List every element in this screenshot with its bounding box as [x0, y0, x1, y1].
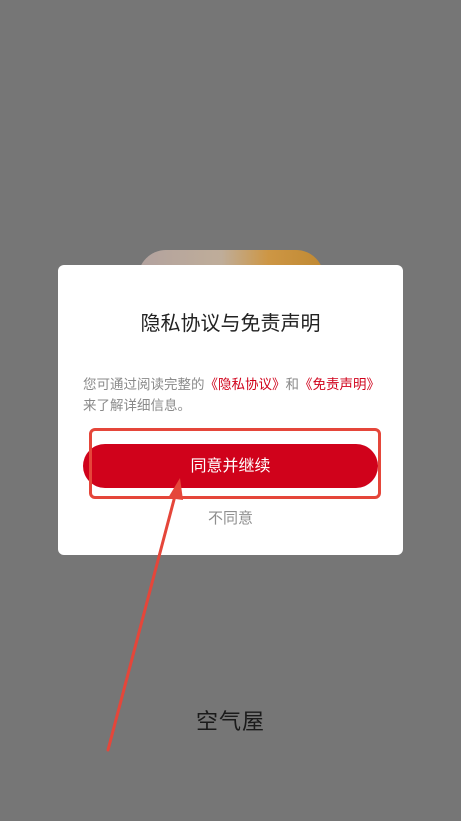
annotation-arrow-icon — [106, 478, 183, 752]
